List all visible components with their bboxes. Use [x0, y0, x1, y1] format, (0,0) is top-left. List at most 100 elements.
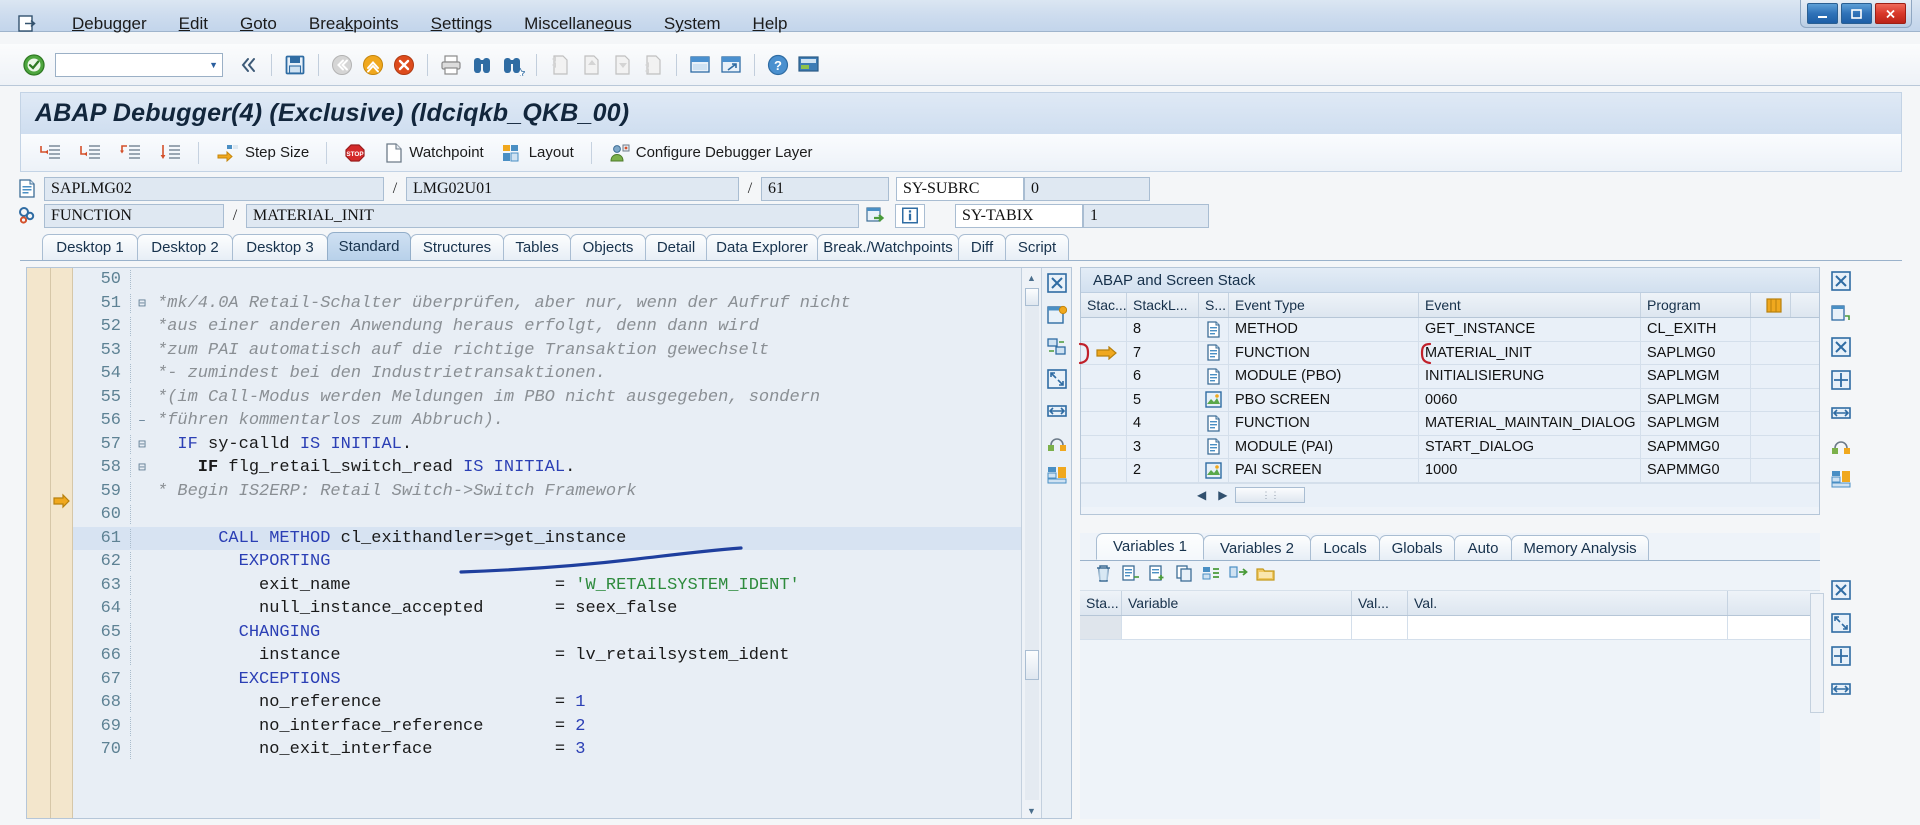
- variables-tab-globals[interactable]: Globals: [1379, 535, 1455, 560]
- code-line[interactable]: 63 exit_name = 'W_RETAILSYSTEM_IDENT': [73, 574, 1021, 598]
- stack-column-header[interactable]: Event Type: [1229, 293, 1419, 317]
- stack-duplicate-icon[interactable]: [1831, 337, 1851, 362]
- scroll-left-button[interactable]: ◀: [1193, 488, 1210, 502]
- variables-tab-auto[interactable]: Auto: [1454, 535, 1512, 560]
- variables-maximize-icon[interactable]: [1831, 613, 1851, 638]
- event-type-field[interactable]: FUNCTION: [44, 203, 224, 228]
- code-line[interactable]: 64 null_instance_accepted = seex_false: [73, 597, 1021, 621]
- code-editor[interactable]: 50 51 ⊟ *mk/4.0A Retail-Schalter überprüfen…: [27, 268, 1021, 818]
- code-line[interactable]: 55 *(im Call-Modus werden Meldungen im PB…: [73, 386, 1021, 410]
- stack-column-header[interactable]: StackL...: [1127, 293, 1199, 317]
- stack-grid-body[interactable]: 8 METHOD GET_INSTANCE CL_EXITH 7 FUNCTION MATE…: [1078, 318, 1819, 483]
- sap-session-icon[interactable]: [14, 12, 40, 36]
- tab-structures[interactable]: Structures: [410, 234, 504, 260]
- code-line[interactable]: 56– *führen kommentarlos zum Abbruch).: [73, 409, 1021, 433]
- add-all-icon[interactable]: [1202, 564, 1221, 588]
- variables-vertical-scrollbar[interactable]: [1810, 593, 1824, 713]
- tab-detail[interactable]: Detail: [645, 234, 707, 260]
- watchpoint-button[interactable]: Watchpoint: [376, 139, 491, 167]
- variables-tab-locals[interactable]: Locals: [1310, 535, 1380, 560]
- tab-diff[interactable]: Diff: [958, 234, 1006, 260]
- variables-cell-val_short[interactable]: [1352, 616, 1408, 639]
- variables-column-header[interactable]: Variable: [1122, 591, 1352, 615]
- code-line[interactable]: 65 CHANGING: [73, 621, 1021, 645]
- fold-marker-icon[interactable]: ⊟: [131, 437, 153, 452]
- code-line[interactable]: 62 EXPORTING: [73, 550, 1021, 574]
- scroll-up-button[interactable]: ▲: [1024, 270, 1040, 285]
- customize-local-layout-icon[interactable]: [795, 51, 823, 79]
- tab-desktop-2[interactable]: Desktop 2: [137, 234, 233, 260]
- variables-column-header[interactable]: Sta...: [1080, 591, 1122, 615]
- tab-data-explorer[interactable]: Data Explorer: [706, 234, 818, 260]
- minimize-button[interactable]: [1806, 3, 1838, 24]
- stack-column-header[interactable]: Stac...: [1081, 293, 1127, 317]
- close-button[interactable]: [1874, 3, 1906, 24]
- stack-maximize-icon[interactable]: [1831, 370, 1851, 395]
- tab-desktop-3[interactable]: Desktop 3: [232, 234, 328, 260]
- tab-tables[interactable]: Tables: [503, 234, 571, 260]
- menu-item-help[interactable]: Help: [737, 10, 804, 38]
- scroll-thumb[interactable]: [1024, 288, 1039, 306]
- step-size-button[interactable]: Step Size: [208, 139, 317, 167]
- variables-row[interactable]: [1080, 616, 1820, 640]
- stack-column-header[interactable]: Event: [1419, 293, 1641, 317]
- goto-source-icon[interactable]: [863, 205, 889, 227]
- variables-column-header[interactable]: Val...: [1352, 591, 1408, 615]
- create-session-icon[interactable]: [686, 51, 714, 79]
- stack-swap-icon[interactable]: [1831, 436, 1851, 461]
- variables-cell-variable[interactable]: [1122, 616, 1352, 639]
- code-line[interactable]: 58 ⊟ IF flg_retail_switch_read IS INITIAL…: [73, 456, 1021, 480]
- variables-column-header[interactable]: Val.: [1408, 591, 1728, 615]
- h-scroll-thumb[interactable]: ⋮⋮: [1235, 487, 1306, 503]
- chevron-down-icon[interactable]: ▼: [209, 60, 218, 70]
- first-page-icon[interactable]: [546, 51, 574, 79]
- fold-marker-icon[interactable]: ⊟: [131, 296, 153, 311]
- menu-item-miscellaneous[interactable]: Miscellaneous: [508, 10, 648, 38]
- stack-row[interactable]: 2 PAI SCREEN 1000 SAPMMG0: [1081, 459, 1819, 483]
- execute-button[interactable]: [71, 139, 109, 167]
- print-icon[interactable]: [437, 51, 465, 79]
- scroll-track[interactable]: [1024, 288, 1039, 800]
- tab-script[interactable]: Script: [1005, 234, 1069, 260]
- scroll-down-button[interactable]: ▼: [1024, 803, 1040, 818]
- variables-grid-body[interactable]: [1080, 616, 1820, 640]
- breakpoint-gutter[interactable]: [27, 268, 51, 818]
- tab-desktop-1[interactable]: Desktop 1: [42, 234, 138, 260]
- stack-row[interactable]: 5 PBO SCREEN 0060 SAPLMGM: [1081, 388, 1819, 412]
- code-line[interactable]: 51 ⊟ *mk/4.0A Retail-Schalter überprüfen, …: [73, 292, 1021, 316]
- menu-item-breakpoints[interactable]: Breakpoints: [293, 10, 415, 38]
- stack-layers-icon[interactable]: [1831, 469, 1851, 494]
- stack-row[interactable]: 8 METHOD GET_INSTANCE CL_EXITH: [1081, 318, 1819, 342]
- stack-detach-icon[interactable]: [1831, 304, 1851, 329]
- close-stack-panel-icon[interactable]: [1831, 271, 1851, 296]
- scroll-thumb-secondary[interactable]: [1024, 650, 1039, 680]
- stack-horizontal-scrollbar[interactable]: ◀ ▶ ⋮⋮: [1081, 482, 1819, 507]
- menu-item-settings[interactable]: Settings: [415, 10, 508, 38]
- transfer-tool-icon[interactable]: [1046, 337, 1067, 362]
- variables-cell-value[interactable]: [1408, 616, 1728, 639]
- program-field[interactable]: SAPLMG02: [44, 176, 384, 201]
- code-line[interactable]: 52 *aus einer anderen Anwendung heraus er…: [73, 315, 1021, 339]
- code-line[interactable]: 53 *zum PAI automatisch auf die richtige …: [73, 339, 1021, 363]
- list-icon[interactable]: [1121, 564, 1140, 588]
- menu-item-edit[interactable]: Edit: [163, 10, 224, 38]
- code-line[interactable]: 57 ⊟ IF sy-calld IS INITIAL.: [73, 433, 1021, 457]
- code-line[interactable]: 59 * Begin IS2ERP: Retail Switch->Switch …: [73, 480, 1021, 504]
- code-line[interactable]: 66 instance = lv_retailsystem_ident: [73, 644, 1021, 668]
- back-icon[interactable]: [328, 51, 356, 79]
- code-vertical-scrollbar[interactable]: ▲ ▼: [1021, 268, 1041, 818]
- continue-button[interactable]: [151, 139, 189, 167]
- code-line[interactable]: 70 no_exit_interface = 3: [73, 738, 1021, 762]
- line-number-field[interactable]: 61: [761, 176, 889, 201]
- menu-item-system[interactable]: System: [648, 10, 737, 38]
- last-page-icon[interactable]: [639, 51, 667, 79]
- variables-tab-memory-analysis[interactable]: Memory Analysis: [1511, 535, 1649, 560]
- swap-panel-icon[interactable]: [1047, 433, 1067, 458]
- stack-row[interactable]: 3 MODULE (PAI) START_DIALOG SAPMMG0: [1081, 435, 1819, 459]
- find-next-icon[interactable]: [499, 51, 527, 79]
- code-line[interactable]: 61 CALL METHOD cl_exithandler=>get_insta…: [73, 526, 1021, 550]
- code-lines[interactable]: 50 51 ⊟ *mk/4.0A Retail-Schalter überprüfen…: [73, 268, 1021, 818]
- fold-marker-icon[interactable]: –: [131, 413, 153, 428]
- stack-row[interactable]: 4 FUNCTION MATERIAL_MAINTAIN_DIALOG SAPLMGM: [1081, 412, 1819, 436]
- variables-resize-icon[interactable]: [1831, 679, 1851, 704]
